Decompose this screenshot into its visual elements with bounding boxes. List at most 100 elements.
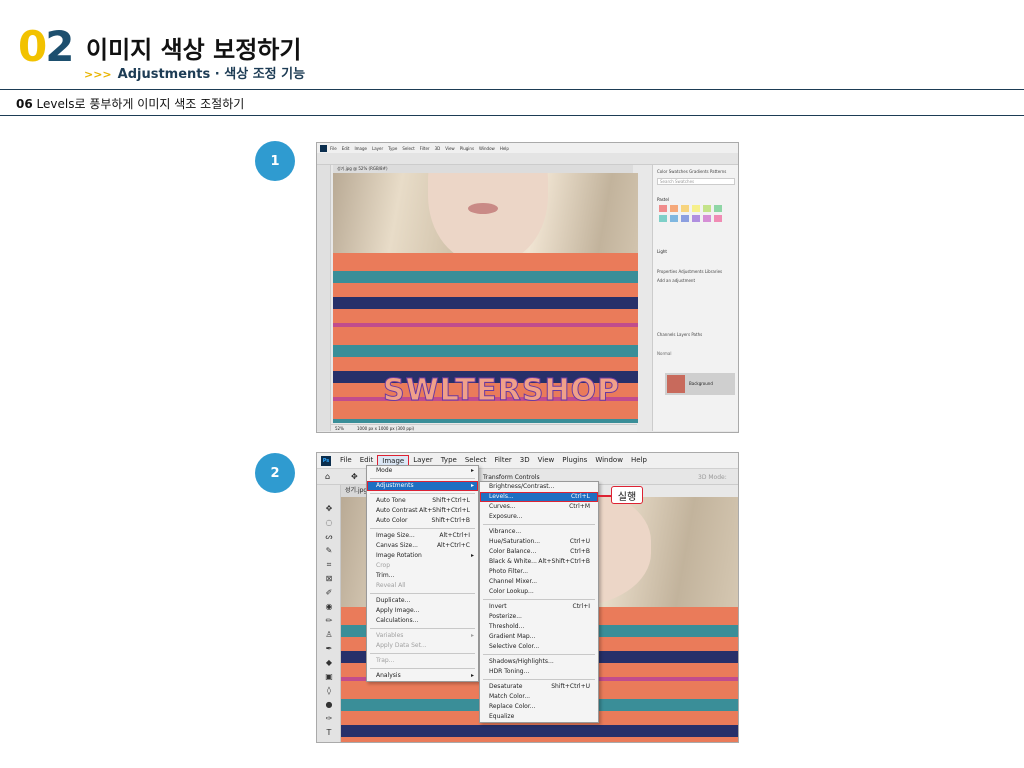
image-menu-item-auto-tone[interactable]: Auto Tone Shift+Ctrl+L: [367, 496, 478, 506]
blend-mode-select[interactable]: Normal: [657, 351, 671, 356]
s1-menu-item[interactable]: Window: [479, 146, 495, 151]
swatch[interactable]: [714, 215, 722, 222]
ps-logo-icon[interactable]: Ps: [321, 455, 331, 466]
move-tool-icon[interactable]: ✥: [351, 472, 358, 481]
adjust-menu-item-hue-saturation[interactable]: Hue/Saturation... Ctrl+U: [480, 537, 598, 547]
adjust-menu-item-curves[interactable]: Curves... Ctrl+M: [480, 502, 598, 512]
panel-tab-color[interactable]: Color: [657, 169, 667, 174]
swatch[interactable]: [692, 205, 700, 212]
s1-menu-item[interactable]: Edit: [342, 146, 350, 151]
brush-tool-icon[interactable]: ✏: [324, 617, 334, 625]
adjust-menu-item-vibrance[interactable]: Vibrance...: [480, 527, 598, 537]
s1-menu-item[interactable]: Type: [388, 146, 397, 151]
adjust-menu-item-photo-filter[interactable]: Photo Filter...: [480, 567, 598, 577]
adjust-menu-item-brightness-contrast[interactable]: Brightness/Contrast...: [480, 482, 598, 492]
move-tool-icon[interactable]: ✥: [324, 505, 334, 513]
menu-filter[interactable]: Filter: [490, 455, 515, 467]
tab-channels[interactable]: Channels: [657, 332, 676, 337]
adjust-menu-item-invert[interactable]: Invert Ctrl+I: [480, 602, 598, 612]
s1-menu-item[interactable]: 3D: [435, 146, 441, 151]
image-menu-item-adjustments[interactable]: Adjustments ▸: [367, 481, 478, 491]
lasso-tool-icon[interactable]: ᔕ: [324, 533, 334, 541]
image-menu-item-image-rotation[interactable]: Image Rotation ▸: [367, 551, 478, 561]
tab-paths[interactable]: Paths: [691, 332, 702, 337]
crop-tool-icon[interactable]: ⌗: [324, 561, 334, 569]
s1-menu-item[interactable]: Select: [402, 146, 414, 151]
adjust-menu-item-exposure[interactable]: Exposure...: [480, 512, 598, 522]
menu-window[interactable]: Window: [591, 455, 627, 467]
eraser-tool-icon[interactable]: ◆: [324, 659, 334, 667]
transform-controls-label[interactable]: Transform Controls: [483, 474, 540, 481]
panel-tab-swatches[interactable]: Swatches: [669, 169, 688, 174]
adjust-menu-item-black-white[interactable]: Black & White... Alt+Shift+Ctrl+B: [480, 557, 598, 567]
pen-tool-icon[interactable]: ✑: [324, 715, 334, 723]
panel-tab-patterns[interactable]: Patterns: [710, 169, 726, 174]
image-menu-item-apply-image[interactable]: Apply Image...: [367, 606, 478, 616]
image-menu-item-calculations[interactable]: Calculations...: [367, 616, 478, 626]
stamp-tool-icon[interactable]: ♙: [324, 631, 334, 639]
image-menu-item-canvas-size[interactable]: Canvas Size... Alt+Ctrl+C: [367, 541, 478, 551]
dodge-tool-icon[interactable]: ●: [324, 701, 334, 709]
swatch[interactable]: [703, 205, 711, 212]
image-menu-item-trim[interactable]: Trim...: [367, 571, 478, 581]
swatch[interactable]: [714, 205, 722, 212]
zoom-level[interactable]: 52%: [335, 426, 344, 431]
s1-menu-item[interactable]: View: [445, 146, 455, 151]
adjust-menu-item-posterize[interactable]: Posterize...: [480, 612, 598, 622]
frame-tool-icon[interactable]: ⊠: [324, 575, 334, 583]
image-menu-item-duplicate[interactable]: Duplicate...: [367, 596, 478, 606]
s1-menu-item[interactable]: File: [330, 146, 337, 151]
s1-menu-item[interactable]: Plugins: [460, 146, 474, 151]
swatch[interactable]: [692, 215, 700, 222]
adjust-menu-item-match-color[interactable]: Match Color...: [480, 692, 598, 702]
adjust-menu-item-replace-color[interactable]: Replace Color...: [480, 702, 598, 712]
adjust-menu-item-threshold[interactable]: Threshold...: [480, 622, 598, 632]
healing-tool-icon[interactable]: ◉: [324, 603, 334, 611]
quick-select-tool-icon[interactable]: ✎: [324, 547, 334, 555]
swatch[interactable]: [659, 215, 667, 222]
gradient-tool-icon[interactable]: ▣: [324, 673, 334, 681]
s1-menu-item[interactable]: Image: [354, 146, 367, 151]
menu-plugins[interactable]: Plugins: [558, 455, 591, 467]
tab-libraries[interactable]: Libraries: [705, 269, 722, 274]
panel-tab-gradients[interactable]: Gradients: [689, 169, 709, 174]
image-menu-item-image-size[interactable]: Image Size... Alt+Ctrl+I: [367, 531, 478, 541]
adjust-menu-item-channel-mixer[interactable]: Channel Mixer...: [480, 577, 598, 587]
image-menu-item-analysis[interactable]: Analysis ▸: [367, 671, 478, 681]
menu-help[interactable]: Help: [627, 455, 651, 467]
s1-document-tab[interactable]: 성기.jpg @ 52% (RGB/8#): [333, 165, 633, 173]
tab-layers[interactable]: Layers: [677, 332, 690, 337]
adjust-menu-item-color-balance[interactable]: Color Balance... Ctrl+B: [480, 547, 598, 557]
adjust-menu-item-gradient-map[interactable]: Gradient Map...: [480, 632, 598, 642]
adjust-menu-item-desaturate[interactable]: Desaturate Shift+Ctrl+U: [480, 682, 598, 692]
blur-tool-icon[interactable]: ◊: [324, 687, 334, 695]
history-brush-tool-icon[interactable]: ✒: [324, 645, 334, 653]
swatch[interactable]: [670, 215, 678, 222]
marquee-tool-icon[interactable]: ◌: [324, 519, 334, 527]
adjust-menu-item-hdr-toning[interactable]: HDR Toning...: [480, 667, 598, 677]
swatch-group-light[interactable]: Light: [657, 249, 667, 254]
swatch-search-input[interactable]: Search Swatches: [657, 178, 735, 185]
s1-menu-item[interactable]: Layer: [372, 146, 383, 151]
s1-menu-item[interactable]: Help: [500, 146, 509, 151]
swatch[interactable]: [703, 215, 711, 222]
image-menu-item-auto-contrast[interactable]: Auto Contrast Alt+Shift+Ctrl+L: [367, 506, 478, 516]
adjust-menu-item-equalize[interactable]: Equalize: [480, 712, 598, 722]
image-menu-item-auto-color[interactable]: Auto Color Shift+Ctrl+B: [367, 516, 478, 526]
swatch[interactable]: [681, 215, 689, 222]
home-icon[interactable]: ⌂: [325, 472, 330, 481]
swatch-group-pastel[interactable]: Pastel: [657, 197, 669, 202]
swatch[interactable]: [681, 205, 689, 212]
tab-adjustments[interactable]: Adjustments: [679, 269, 704, 274]
adjust-menu-item-color-lookup[interactable]: Color Lookup...: [480, 587, 598, 597]
image-menu-item-mode[interactable]: Mode ▸: [367, 466, 478, 476]
menu-3d[interactable]: 3D: [516, 455, 534, 467]
s1-menu-item[interactable]: Filter: [420, 146, 430, 151]
tab-properties[interactable]: Properties: [657, 269, 677, 274]
swatch[interactable]: [659, 205, 667, 212]
type-tool-icon[interactable]: T: [324, 729, 334, 737]
adjust-menu-item-shadows-highlights[interactable]: Shadows/Highlights...: [480, 657, 598, 667]
adjust-menu-item-levels[interactable]: Levels... Ctrl+L: [480, 492, 598, 502]
swatch[interactable]: [670, 205, 678, 212]
adjust-menu-item-selective-color[interactable]: Selective Color...: [480, 642, 598, 652]
